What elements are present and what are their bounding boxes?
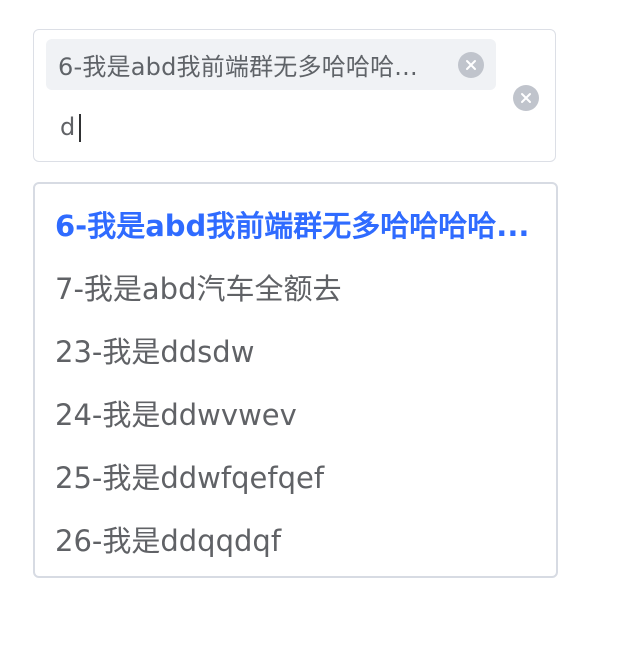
dropdown-option-label: 24-我是ddwvwev bbox=[55, 397, 297, 432]
dropdown-option-label: 6-我是abd我前端群无多哈哈哈哈... bbox=[55, 208, 530, 243]
dropdown-option-label: 7-我是abd汽车全额去 bbox=[55, 271, 342, 306]
selected-tag-label: 6-我是abd我前端群无多哈哈哈... bbox=[58, 53, 418, 81]
dropdown-option[interactable]: 26-我是ddqqdqf bbox=[35, 507, 556, 570]
dropdown-option[interactable]: 6-我是abd我前端群无多哈哈哈哈... bbox=[35, 192, 556, 255]
multi-select[interactable]: 6-我是abd我前端群无多哈哈哈... bbox=[33, 29, 556, 162]
selected-tag: 6-我是abd我前端群无多哈哈哈... bbox=[46, 39, 496, 90]
tag-close-icon[interactable] bbox=[458, 51, 484, 78]
search-input[interactable] bbox=[60, 110, 260, 144]
dropdown-option-label: 23-我是ddsdw bbox=[55, 334, 255, 369]
dropdown-option[interactable]: 7-我是abd汽车全额去 bbox=[35, 255, 556, 318]
dropdown-option[interactable]: 23-我是ddsdw bbox=[35, 318, 556, 381]
clear-icon[interactable] bbox=[513, 85, 539, 111]
dropdown-menu: 6-我是abd我前端群无多哈哈哈哈... 7-我是abd汽车全额去 23-我是d… bbox=[33, 182, 558, 578]
dropdown-option[interactable]: 24-我是ddwvwev bbox=[35, 381, 556, 444]
dropdown-option[interactable]: 25-我是ddwfqefqef bbox=[35, 444, 556, 507]
dropdown-option-label: 26-我是ddqqdqf bbox=[55, 523, 282, 558]
dropdown-option-label: 25-我是ddwfqefqef bbox=[55, 460, 325, 495]
text-caret bbox=[79, 114, 81, 142]
page: 6-我是abd我前端群无多哈哈哈... 6-我是abd我前端群无多哈哈哈哈...… bbox=[0, 0, 643, 664]
